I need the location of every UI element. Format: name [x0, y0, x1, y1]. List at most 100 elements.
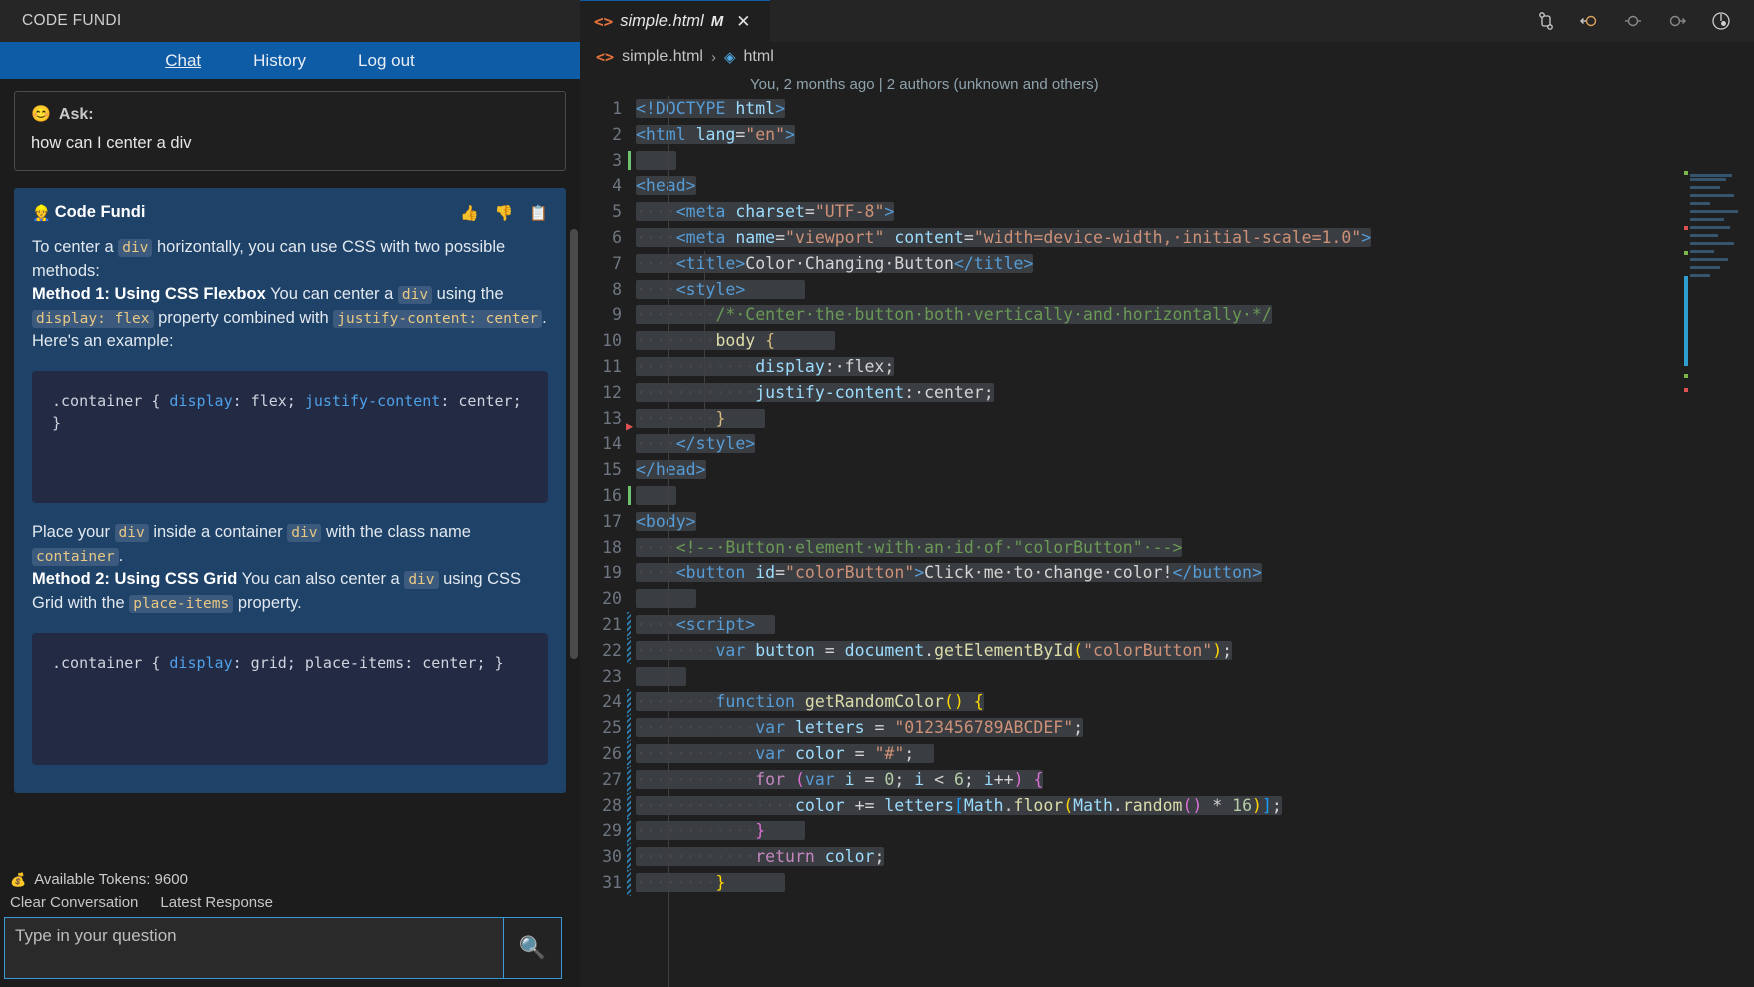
nav-item-history[interactable]: History	[253, 51, 306, 71]
code-line[interactable]: ············}	[636, 818, 1754, 844]
code-line[interactable]	[636, 664, 1754, 690]
available-tokens-label: Available Tokens: 9600	[34, 871, 188, 888]
thumbs-down-icon[interactable]: 👎	[495, 204, 514, 222]
chevron-right-icon: ›	[710, 48, 716, 66]
cursor-caret-marker	[628, 485, 631, 505]
question-input[interactable]	[4, 917, 504, 979]
nav-item-chat[interactable]: Chat	[165, 51, 201, 71]
paragraph-method1: Method 1: Using CSS Flexbox You can cent…	[32, 283, 548, 353]
html-symbol-cube-icon: ◈	[723, 49, 736, 66]
line-number-gutter: 1 2 3 4 5 6 7 8 9 10 11 12 13 ▶ 14 15 16 17 18 19 20 21 22 23 24…	[580, 96, 633, 987]
line-number: 14	[602, 434, 622, 454]
code-line[interactable]: ····</style>	[636, 431, 1754, 457]
thumbs-up-icon[interactable]: 👍	[460, 204, 479, 222]
code-line[interactable]: ····<style>	[636, 277, 1754, 303]
code1-line4: }	[52, 414, 62, 433]
code-line[interactable]: <!DOCTYPE html>	[636, 96, 1754, 122]
breadcrumb-file[interactable]: simple.html	[622, 48, 703, 66]
code-line[interactable]: <head>	[636, 173, 1754, 199]
app-title: CODE FUNDI	[22, 12, 122, 29]
code-lines[interactable]: <!DOCTYPE html> <html lang="en"> <head> ··…	[632, 96, 1754, 987]
code-line[interactable]: ········}	[636, 870, 1754, 896]
code-line[interactable]	[636, 586, 1754, 612]
inline-code-div-2: div	[397, 286, 433, 305]
code-line[interactable]: ········}	[636, 406, 1754, 432]
question-input-row: 🔍	[0, 917, 580, 987]
split-merge-icon[interactable]	[1536, 11, 1556, 31]
code-line[interactable]: ············for (var i = 0; i < 6; i++) …	[636, 767, 1754, 793]
git-modified-marker	[627, 740, 631, 767]
editor-vertical-scrollbar[interactable]	[1740, 96, 1754, 987]
code-line[interactable]: <body>	[636, 509, 1754, 535]
code-line[interactable]: ········body {	[636, 328, 1754, 354]
code-line[interactable]: </head>	[636, 457, 1754, 483]
code-line[interactable]: ····<!--·Button·element·with·an·id·of·"c…	[636, 535, 1754, 561]
nav-item-logout[interactable]: Log out	[358, 51, 415, 71]
code2-line3-val: : center;	[404, 654, 486, 673]
latest-response-link[interactable]: Latest Response	[160, 894, 273, 911]
line-number: 17	[602, 511, 622, 531]
code-line[interactable]: ············var color = "#";	[636, 741, 1754, 767]
git-modified-marker	[627, 637, 631, 664]
send-search-button[interactable]: 🔍	[504, 917, 562, 979]
timeline-history-icon[interactable]	[1710, 10, 1732, 32]
method1-text-a: You can center a	[265, 285, 398, 304]
clear-conversation-link[interactable]: Clear Conversation	[10, 894, 138, 911]
code-line[interactable]: ····<script>	[636, 612, 1754, 638]
circle-change-icon[interactable]	[1622, 11, 1644, 31]
code-line[interactable]: ····<meta name="viewport" content="width…	[636, 225, 1754, 251]
editor-tab-simple-html[interactable]: <> simple.html M ✕	[580, 0, 770, 42]
chat-scrollbar[interactable]	[570, 79, 578, 862]
assistant-response-card: 👷 Code Fundi 👍 👎 📋 To center a div horiz…	[14, 188, 566, 794]
place-text-d: .	[118, 546, 124, 565]
code-line[interactable]: <html lang="en">	[636, 122, 1754, 148]
line-number: 5	[612, 202, 622, 222]
breadcrumb-symbol[interactable]: html	[744, 48, 774, 66]
line-number: 18	[602, 537, 622, 557]
code-line[interactable]	[636, 483, 1754, 509]
inline-code-display-flex: display: flex	[32, 309, 154, 328]
code-line[interactable]	[636, 148, 1754, 174]
code-line[interactable]: ············display:·flex;	[636, 354, 1754, 380]
line-number: 4	[612, 176, 622, 196]
line-number: 2	[612, 124, 622, 144]
line-number: 23	[602, 666, 622, 686]
smiley-face-icon: 😊	[31, 106, 51, 123]
code-line[interactable]: ········var button = document.getElement…	[636, 638, 1754, 664]
code-line[interactable]: ········function getRandomColor() {	[636, 689, 1754, 715]
chat-scrollbar-thumb[interactable]	[570, 229, 578, 659]
inline-code-container: container	[32, 547, 119, 566]
git-modified-marker	[627, 792, 631, 819]
close-icon[interactable]: ✕	[736, 12, 750, 32]
method1-text-c: property combined with	[153, 308, 334, 327]
code2-line4: }	[494, 654, 504, 673]
code-line[interactable]: ····<meta charset="UTF-8">	[636, 199, 1754, 225]
code-content-area[interactable]: 1 2 3 4 5 6 7 8 9 10 11 12 13 ▶ 14 15 16 17 18 19 20 21 22 23 24…	[580, 96, 1754, 987]
code-line[interactable]: ············return color;	[636, 844, 1754, 870]
footer-link-row: Clear Conversation Latest Response	[0, 892, 580, 917]
git-modified-marker	[627, 844, 631, 870]
method1-text-b: using the	[432, 285, 504, 304]
code-line[interactable]: ····<title>Color·Changing·Button</title>	[636, 251, 1754, 277]
code-line[interactable]: ····<button id="colorButton">Click·me·to…	[636, 560, 1754, 586]
code-line[interactable]: ················color += letters[Math.fl…	[636, 793, 1754, 819]
inline-code-div-1: div	[118, 239, 153, 258]
chat-message-scroll[interactable]: 😊 Ask: how can I center a div 👷 Code Fun…	[0, 79, 580, 862]
code1-line3-val: : center;	[440, 392, 522, 411]
code-line[interactable]: ········/*·Center·the·button·both·vertic…	[636, 302, 1754, 328]
chat-nav-bar: Chat History Log out	[0, 42, 580, 79]
editor-tab-bar: <> simple.html M ✕	[580, 0, 1754, 42]
code-line[interactable]: ············var letters = "0123456789ABC…	[636, 715, 1754, 741]
code-line[interactable]: ············justify-content:·center;	[636, 380, 1754, 406]
line-number: 19	[602, 563, 622, 583]
inline-code-div-5: div	[404, 571, 439, 590]
line-number: 13 ▶	[580, 406, 633, 433]
user-question-header: 😊 Ask:	[31, 106, 549, 124]
go-back-change-icon[interactable]	[1578, 11, 1600, 31]
code1-line1: .container {	[52, 392, 161, 411]
line-number: 24	[580, 689, 631, 716]
go-forward-change-icon[interactable]	[1666, 11, 1688, 31]
construction-worker-icon: 👷	[32, 204, 51, 222]
copy-clipboard-icon[interactable]: 📋	[529, 204, 548, 222]
git-modified-marker	[627, 869, 631, 896]
